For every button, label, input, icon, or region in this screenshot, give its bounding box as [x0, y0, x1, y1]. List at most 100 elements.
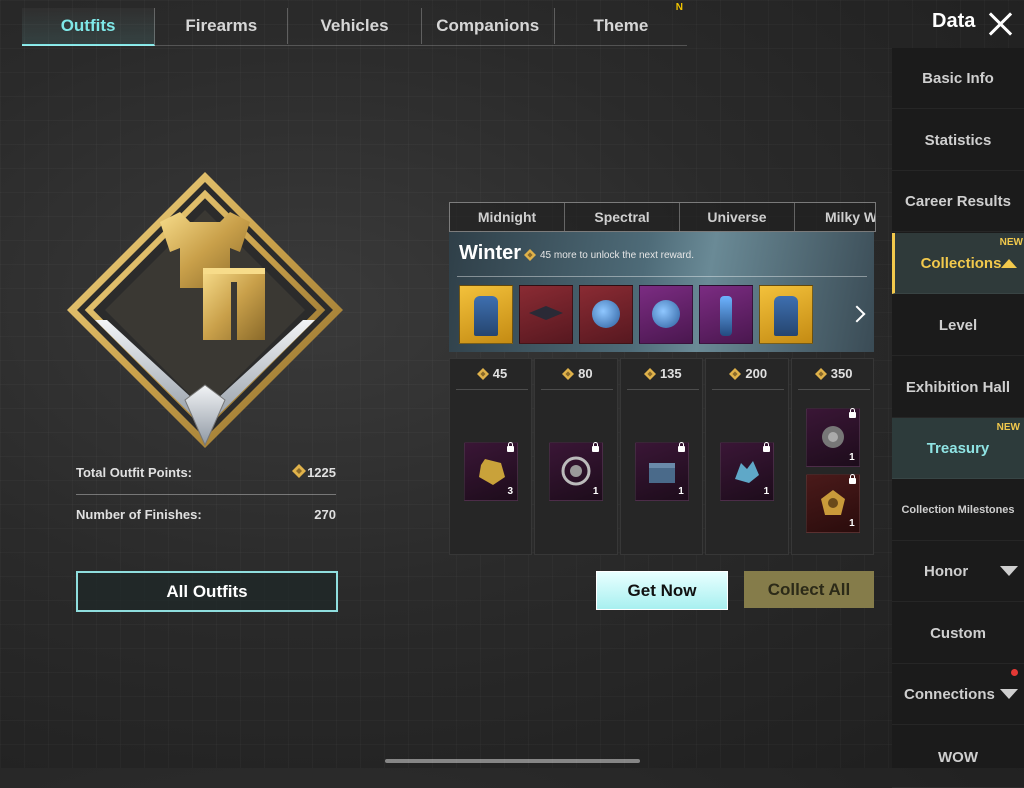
- all-outfits-button[interactable]: All Outfits: [76, 571, 338, 612]
- item-quantity: 1: [592, 486, 599, 497]
- sidebar-item-label: Collections: [920, 254, 1002, 272]
- helmet-thumbnail[interactable]: [579, 285, 633, 344]
- glider-thumbnail[interactable]: [519, 285, 573, 344]
- sidebar-item-label: Basic Info: [922, 69, 994, 87]
- tab-milky-way[interactable]: Milky Wa: [795, 203, 875, 231]
- sidebar-item-label: Connections: [904, 686, 995, 703]
- reward-cost-value: 135: [659, 366, 682, 381]
- sidebar-item-label: Treasury: [926, 439, 990, 457]
- outfit-points-icon: [814, 367, 827, 380]
- reward-cost: 350: [792, 366, 876, 381]
- collapse-arrow-icon: [1001, 259, 1017, 268]
- reward-item[interactable]: 1: [805, 474, 860, 533]
- emblem-icon: [561, 456, 591, 486]
- reward-cost: 200: [706, 366, 790, 381]
- tab-spectral[interactable]: Spectral: [565, 203, 680, 231]
- sidebar-item-treasury[interactable]: Treasury NEW: [892, 418, 1024, 479]
- reward-tier: 350 1 1: [790, 358, 876, 555]
- lock-icon: [592, 442, 600, 452]
- sidebar-item-connections[interactable]: Connections: [892, 665, 1024, 725]
- tab-companions-label: Companions: [436, 16, 540, 35]
- outfit-points-icon: [643, 367, 656, 380]
- glider-icon: [529, 306, 563, 320]
- sidebar-item-label: WOW: [938, 748, 978, 766]
- outfit-points-icon: [476, 367, 489, 380]
- reward-divider: [541, 389, 614, 390]
- outfit-thumbnail[interactable]: [759, 285, 813, 344]
- chevron-right-icon: [848, 305, 866, 322]
- wolf-emblem-icon: [820, 490, 845, 515]
- sidebar-item-label: Honor: [924, 563, 969, 580]
- home-indicator[interactable]: [385, 759, 640, 763]
- sidebar-item-label: Level: [938, 316, 978, 334]
- lock-icon: [848, 408, 856, 418]
- emblem-icon: [821, 426, 844, 448]
- bottle-icon: [720, 296, 732, 336]
- sidebar-item-label: Career Results: [905, 192, 1011, 210]
- reward-divider: [797, 389, 870, 390]
- item-quantity: 1: [849, 452, 855, 463]
- item-quantity: 3: [507, 486, 513, 497]
- reward-item[interactable]: 1: [634, 442, 689, 501]
- expand-arrow-icon: [1000, 566, 1018, 576]
- item-thumbnail[interactable]: [699, 285, 753, 344]
- sidebar-item-collection-milestones[interactable]: Collection Milestones: [892, 480, 1024, 541]
- outfit-points-icon: [292, 464, 306, 478]
- sidebar-item-basic-info[interactable]: Basic Info: [892, 48, 1024, 109]
- sidebar-item-custom[interactable]: Custom: [892, 603, 1024, 664]
- collection-progress-label: 45 more to unlock the next reward.: [540, 249, 694, 261]
- sidebar-item-label: Exhibition Hall: [905, 378, 1011, 396]
- reward-tier: 135 1: [619, 358, 704, 555]
- reward-item[interactable]: 1: [720, 442, 775, 501]
- tab-vehicles[interactable]: Vehicles: [288, 8, 422, 44]
- tab-companions[interactable]: Companions: [422, 8, 555, 44]
- collection-tab-bar: Midnight Spectral Universe Milky Wa: [449, 202, 876, 232]
- get-now-button[interactable]: Get Now: [596, 571, 728, 610]
- finishes-label: Number of Finishes:: [76, 507, 202, 522]
- banner-divider: [457, 276, 867, 277]
- sidebar-item-statistics[interactable]: Statistics: [892, 110, 1024, 171]
- collect-all-button[interactable]: Collect All: [744, 571, 874, 608]
- item-quantity: 1: [849, 518, 855, 529]
- reward-tier: 200 1: [705, 358, 790, 555]
- outfit-emblem-icon: [67, 172, 343, 448]
- tab-midnight[interactable]: Midnight: [450, 203, 565, 231]
- collection-banner: Winter 45 more to unlock the next reward…: [449, 232, 874, 352]
- sidebar-item-level[interactable]: Level: [892, 295, 1024, 356]
- tab-outfits[interactable]: Outfits: [22, 8, 156, 46]
- stats-divider: [76, 494, 336, 495]
- sidebar-item-wow[interactable]: WOW: [892, 727, 1024, 788]
- reward-item[interactable]: 1: [805, 408, 860, 467]
- sidebar-item-collections[interactable]: Collections NEW: [892, 233, 1024, 294]
- outfit-thumbnail[interactable]: [459, 285, 513, 344]
- lock-icon: [677, 442, 685, 452]
- reward-divider: [626, 389, 699, 390]
- notification-dot: [1011, 669, 1018, 676]
- reward-item[interactable]: 1: [549, 442, 604, 501]
- dragon-icon: [735, 461, 760, 483]
- sidebar-item-career-results[interactable]: Career Results: [892, 171, 1024, 232]
- outfit-points-icon: [729, 367, 742, 380]
- reward-cost-value: 350: [830, 366, 853, 381]
- category-tab-bar: Outfits Firearms Vehicles Companions The…: [22, 2, 687, 46]
- tab-vehicles-label: Vehicles: [320, 16, 389, 35]
- reward-cost: 80: [535, 366, 619, 381]
- outfit-points-icon: [562, 367, 575, 380]
- next-arrow-button[interactable]: [840, 285, 874, 342]
- tab-universe[interactable]: Universe: [680, 203, 795, 231]
- sidebar-item-label: Collection Milestones: [901, 504, 1015, 516]
- sidebar-item-exhibition-hall[interactable]: Exhibition Hall: [892, 357, 1024, 418]
- collection-title: Winter: [459, 242, 522, 264]
- tab-firearms[interactable]: Firearms: [155, 8, 289, 44]
- reward-cost-value: 80: [578, 366, 593, 381]
- total-outfit-points-row: Total Outfit Points: 1225: [76, 459, 336, 487]
- tab-bar-divider: [22, 45, 687, 46]
- tab-theme[interactable]: Theme N: [555, 2, 687, 44]
- item-quantity: 1: [763, 486, 770, 497]
- reward-item[interactable]: 3: [464, 442, 518, 501]
- sidebar-item-honor[interactable]: Honor: [892, 542, 1024, 602]
- tab-firearms-label: Firearms: [185, 16, 258, 35]
- data-sidebar: Basic Info Statistics Career Results Col…: [892, 48, 1024, 788]
- close-icon[interactable]: [986, 10, 1014, 38]
- backpack-thumbnail[interactable]: [639, 285, 693, 344]
